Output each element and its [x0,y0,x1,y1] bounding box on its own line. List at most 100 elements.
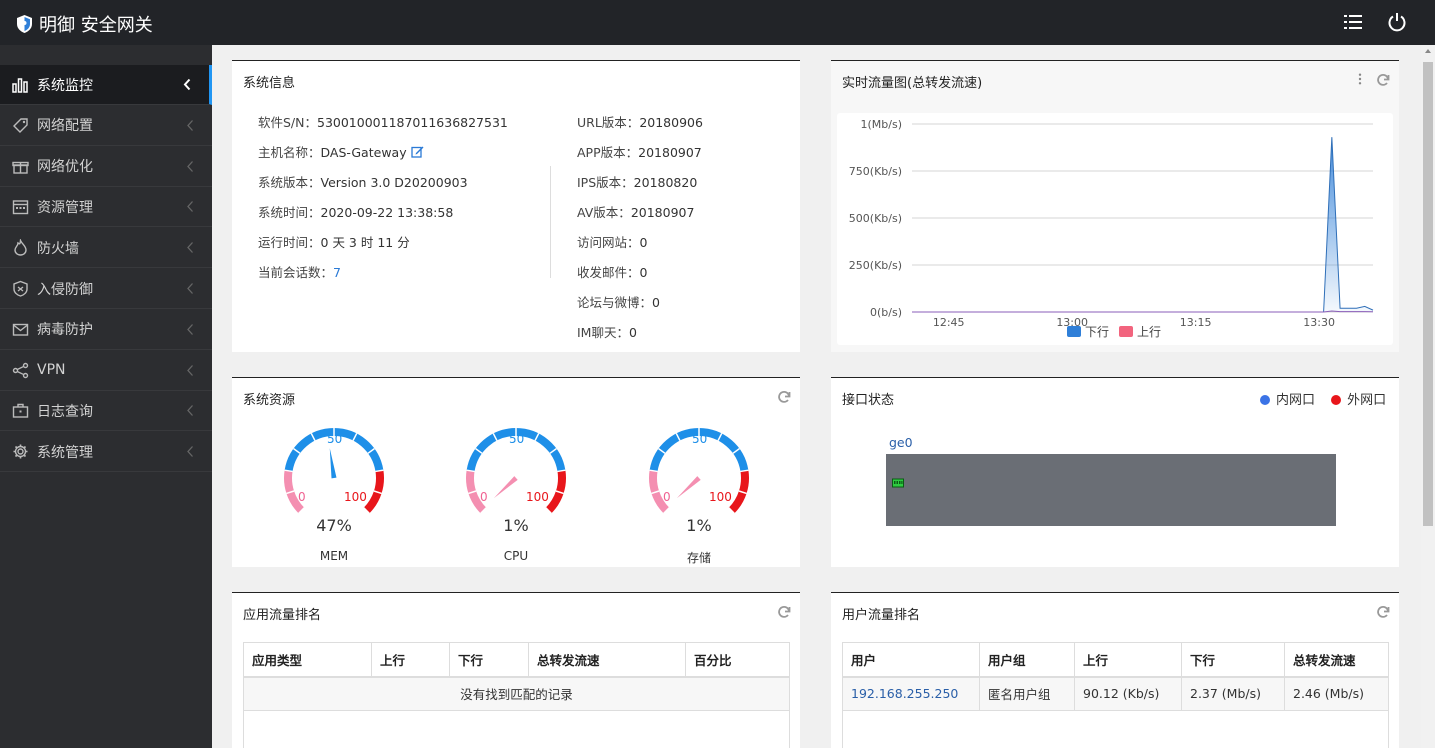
gauge-percent: 1% [503,516,529,535]
info-label: 论坛与微博： [577,295,653,310]
gauge-name: MEM [319,549,349,563]
info-row: 收发邮件：0 [577,262,647,281]
shield-logo-icon [17,15,32,33]
empty-message: 没有找到匹配的记录 [243,676,790,711]
legend-swatch[interactable] [1119,326,1133,337]
edit-icon[interactable] [407,145,424,160]
user-traffic-rank-panel: 用户流量排名 用户 用户组 上行 下行 总转发流速 192.168.255.25… [831,592,1399,748]
y-tick-label: 250(Kb/s) [849,259,902,272]
more-vertical-icon[interactable] [1358,73,1362,85]
sidebar-item-4[interactable]: 防火墙 [0,228,212,269]
series-line-upload [912,310,1374,313]
panel-title: 系统资源 [243,393,296,408]
info-value: 0 [652,295,660,310]
info-value[interactable]: 7 [333,265,341,280]
info-label: 系统时间： [258,205,321,220]
gauge-arc-high [363,470,384,514]
info-value: DAS-Gateway [320,145,407,160]
info-label: 系统版本： [258,175,321,190]
sidebar-item-label: 防火墙 [37,240,79,257]
gauge-arc-high [728,470,749,514]
network-port-icon[interactable] [892,477,904,489]
info-row: IM聊天：0 [577,322,637,341]
calendar-icon [11,198,29,216]
user-ip-link[interactable]: 192.168.255.250 [842,676,980,711]
info-row: 当前会话数：7 [258,262,341,281]
column-header[interactable]: 下行 [449,642,529,678]
refresh-icon[interactable] [1376,73,1390,87]
info-value: Version 3.0 D20200903 [320,175,468,190]
sidebar-item-2[interactable]: 网络优化 [0,147,212,187]
series-area-download [912,137,1373,312]
traffic-chart-panel: 实时流量图(总转发流速) 1(Mb/s) 750(Kb/s) 500(Kb/s) 25… [831,60,1399,352]
chevron-left-icon [187,446,193,458]
panel-title: 实时流量图(总转发流速) [842,76,983,91]
panel-title: 接口状态 [842,393,895,408]
refresh-icon[interactable] [777,605,791,619]
chevron-left-icon [187,119,193,131]
info-value: 20180820 [633,175,698,190]
panel-title: 应用流量排名 [243,608,322,623]
info-value: 5300100011870116368275​31 [317,115,508,130]
column-header[interactable]: 上行 [1074,642,1182,678]
outer-port-dot [1331,395,1342,405]
info-row: 访问网站：0 [577,232,647,251]
column-header[interactable]: 用户组 [979,642,1075,678]
info-label: URL版本： [577,115,640,130]
divider [550,166,551,278]
info-value: 20180906 [639,115,703,130]
gauge-mid-label: 50 [509,432,525,446]
sidebar-item-9[interactable]: 系统管理 [0,432,212,473]
y-tick-label: 500(Kb/s) [849,212,902,225]
refresh-icon[interactable] [1376,605,1390,619]
column-header[interactable]: 用户 [842,642,980,678]
scrollbar-thumb[interactable] [1423,62,1433,526]
chevron-left-icon [187,242,193,254]
column-header[interactable]: 应用类型 [243,642,372,678]
app-traffic-rank-panel: 应用流量排名 应用类型 上行 下行 总转发流速 百分比 没有找到匹配的记录 [232,592,800,748]
gauge-needle [329,448,337,479]
gauge-max-label: 100 [709,490,732,504]
sidebar-item-8[interactable]: 日志查询 [0,391,212,432]
sidebar: 系统监控 网络配置 网络优化 资源管理防火墙入侵防御 病毒防护 VPN 日志查询 系统管理 [0,45,212,748]
info-row: APP版本：20180907 [577,142,702,161]
chevron-left-icon [183,78,191,91]
column-header[interactable]: 上行 [371,642,450,678]
refresh-icon[interactable] [777,390,791,404]
table-row[interactable]: 192.168.255.250 匿名用户组 90.12 (Kb/s) 2.37 … [842,676,1389,711]
legend-label[interactable]: 上行 [1137,325,1161,339]
system-resources-panel: 系统资源 50 0 100 47% MEM 50 0 100 1% CPU 50 0 100 1% 存储 [232,377,800,567]
sidebar-item-5[interactable]: 入侵防御 [0,269,212,309]
info-value: 0 [628,325,637,340]
list-menu-icon[interactable] [1343,12,1363,32]
sidebar-item-1[interactable]: 网络配置 [0,106,212,146]
column-header[interactable]: 百分比 [685,642,790,678]
column-header[interactable]: 总转发流速 [1284,642,1389,678]
info-row: IPS版本：20180820 [577,172,697,191]
bar-chart-icon [11,76,29,94]
legend-inner-label: 内网口 [1276,393,1316,408]
gauge-max-label: 100 [526,490,549,504]
sidebar-item-3[interactable]: 资源管理 [0,187,212,228]
traffic-chart-svg: 1(Mb/s) 750(Kb/s) 500(Kb/s) 250(Kb/s) 0(b/s)… [849,118,1374,339]
flame-icon [11,239,29,257]
column-header[interactable]: 下行 [1181,642,1285,678]
info-row: 系统版本：Version 3.0 D20200903 [258,172,468,191]
chevron-left-icon [187,323,193,335]
scroll-up-arrow-icon[interactable] [1425,49,1431,53]
port-label: ge0 [889,435,913,450]
interface-status-panel: 接口状态 内网口 外网口 ge0 [831,377,1399,567]
sidebar-item-7[interactable]: VPN [0,351,212,391]
legend-label[interactable]: 下行 [1085,325,1109,339]
legend-swatch[interactable] [1067,326,1081,337]
traffic-chart: 1(Mb/s) 750(Kb/s) 500(Kb/s) 250(Kb/s) 0(b/s)… [837,113,1393,345]
y-tick-label: 1(Mb/s) [861,118,903,131]
column-header[interactable]: 总转发流速 [528,642,686,678]
info-label: 软件S/N： [258,115,317,130]
sidebar-item-0[interactable]: 系统监控 [0,65,212,105]
y-tick-label: 750(Kb/s) [849,165,902,178]
power-icon[interactable] [1387,12,1407,32]
info-label: APP版本： [577,145,639,160]
sidebar-item-6[interactable]: 病毒防护 [0,310,212,350]
info-row: 论坛与微博：0 [577,292,660,311]
